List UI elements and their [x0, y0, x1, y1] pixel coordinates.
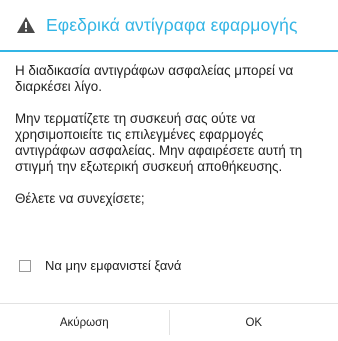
dont-show-again-label[interactable]: Να μην εμφανιστεί ξανά	[45, 258, 181, 273]
message-paragraph-question: Θέλετε να συνεχίσετε;	[15, 191, 145, 206]
dialog-title: Εφεδρικά αντίγραφα εφαρμογής	[46, 14, 298, 35]
dont-show-again-row[interactable]: Να μην εμφανιστεί ξανά	[19, 258, 181, 273]
dialog-buttons: Ακύρωση OK	[0, 304, 338, 341]
ok-button[interactable]: OK	[170, 304, 338, 341]
message-paragraph-duration: Η διαδικασία αντιγράφων ασφαλείας μπορεί…	[15, 63, 294, 94]
dont-show-again-checkbox[interactable]	[19, 259, 31, 272]
cancel-button[interactable]: Ακύρωση	[0, 304, 169, 341]
message-paragraph-warning: Μην τερματίζετε τη συσκευή σας ούτε να χ…	[15, 111, 303, 174]
dialog-message: Η διαδικασία αντιγράφων ασφαλείας μπορεί…	[15, 63, 328, 207]
warning-icon	[16, 16, 36, 34]
header-divider	[0, 50, 338, 52]
backup-warning-dialog: Εφεδρικά αντίγραφα εφαρμογής Η διαδικασί…	[0, 0, 338, 341]
dialog-header: Εφεδρικά αντίγραφα εφαρμογής	[0, 0, 338, 50]
